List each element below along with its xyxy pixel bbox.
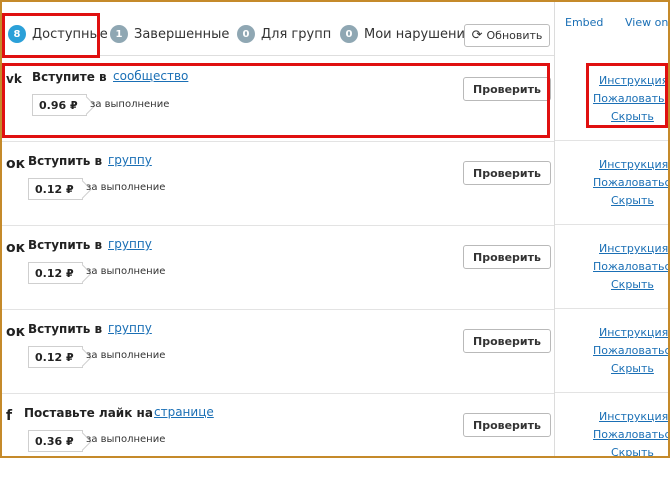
- tabs-divider: [2, 55, 554, 56]
- price-note: за выполнение: [86, 266, 166, 277]
- task-title: Вступить в: [28, 238, 103, 252]
- price-tag: 0.96 ₽: [32, 94, 87, 116]
- tab-count-badge: 8: [8, 25, 26, 43]
- task-link[interactable]: группу: [108, 153, 152, 167]
- hide-link[interactable]: Скрыть: [611, 362, 654, 375]
- task-title: Вступить в: [28, 322, 103, 336]
- tab-count-badge: 0: [340, 25, 358, 43]
- refresh-button[interactable]: ⟳ Обновить: [464, 24, 550, 47]
- instruction-link[interactable]: Инструкция: [599, 158, 668, 171]
- check-button[interactable]: Проверить: [463, 245, 551, 269]
- check-button-label: Проверить: [473, 250, 541, 264]
- ok-icon: ок: [6, 324, 26, 340]
- task-link[interactable]: сообщество: [113, 69, 188, 83]
- task-title: Вступить в: [28, 154, 103, 168]
- check-button[interactable]: Проверить: [463, 413, 551, 437]
- complain-link[interactable]: Пожаловаться: [593, 176, 670, 189]
- check-button-label: Проверить: [473, 334, 541, 348]
- task-title: Поставьте лайк на: [24, 406, 153, 420]
- embed-link[interactable]: Embed: [565, 16, 603, 29]
- tab-count-badge: 1: [110, 25, 128, 43]
- tasks-panel: 8 Доступные 1 Завершенные 0 Для групп 0 …: [2, 2, 554, 456]
- tab-label: Для групп: [261, 26, 332, 42]
- facebook-icon: f: [6, 408, 13, 424]
- task-link[interactable]: группу: [108, 321, 152, 335]
- complain-link[interactable]: Пожаловаться: [593, 260, 670, 273]
- complain-link[interactable]: Пожаловаться: [593, 344, 670, 357]
- view-on-link[interactable]: View on T: [625, 16, 670, 29]
- price-value: 0.12 ₽: [35, 350, 74, 364]
- check-button[interactable]: Проверить: [463, 161, 551, 185]
- vk-icon: vk: [6, 72, 22, 86]
- ok-icon: ок: [6, 240, 26, 256]
- task-title: Вступите в: [32, 70, 107, 84]
- tab-for-groups[interactable]: 0 Для групп: [237, 25, 331, 43]
- price-value: 0.36 ₽: [35, 434, 74, 448]
- price-tag: 0.12 ₽: [28, 262, 83, 284]
- ok-icon: ок: [6, 156, 26, 172]
- price-tag: 0.12 ₽: [28, 346, 83, 368]
- price-note: за выполнение: [86, 434, 166, 445]
- check-button-label: Проверить: [473, 166, 541, 180]
- complain-link[interactable]: Пожаловаться: [593, 428, 670, 441]
- check-button[interactable]: Проверить: [463, 77, 551, 101]
- check-button-label: Проверить: [473, 418, 541, 432]
- price-tag: 0.36 ₽: [28, 430, 83, 452]
- hide-link[interactable]: Скрыть: [611, 110, 654, 123]
- tab-completed[interactable]: 1 Завершенные: [110, 25, 229, 43]
- task-row: f Поставьте лайк на странице 0.36 ₽ за в…: [2, 394, 554, 478]
- price-value: 0.12 ₽: [35, 182, 74, 196]
- instruction-link[interactable]: Инструкция: [599, 326, 668, 339]
- instruction-link[interactable]: Инструкция: [599, 410, 668, 423]
- instruction-link[interactable]: Инструкция: [599, 74, 668, 87]
- tab-my-violations[interactable]: 0 Мои нарушения: [340, 25, 473, 43]
- price-value: 0.12 ₽: [35, 266, 74, 280]
- tab-label: Доступные: [32, 26, 108, 42]
- price-note: за выполнение: [86, 350, 166, 361]
- hide-link[interactable]: Скрыть: [611, 194, 654, 207]
- tab-label: Мои нарушения: [364, 26, 473, 42]
- refresh-label: Обновить: [486, 29, 543, 42]
- check-button[interactable]: Проверить: [463, 329, 551, 353]
- price-note: за выполнение: [90, 99, 170, 110]
- task-row: ок Вступить в группу 0.12 ₽ за выполнени…: [2, 226, 554, 310]
- tab-count-badge: 0: [237, 25, 255, 43]
- task-row: ок Вступить в группу 0.12 ₽ за выполнени…: [2, 142, 554, 226]
- side-actions-column: Embed View on T Инструкция Пожаловаться …: [554, 2, 670, 459]
- refresh-icon: ⟳: [471, 28, 483, 43]
- task-row: ок Вступить в группу 0.12 ₽ за выполнени…: [2, 310, 554, 394]
- price-tag: 0.12 ₽: [28, 178, 83, 200]
- task-link[interactable]: странице: [154, 405, 214, 419]
- check-button-label: Проверить: [473, 82, 541, 96]
- task-link[interactable]: группу: [108, 237, 152, 251]
- hide-link[interactable]: Скрыть: [611, 278, 654, 291]
- row-divider: [555, 392, 669, 393]
- instruction-link[interactable]: Инструкция: [599, 242, 668, 255]
- row-divider: [555, 140, 669, 141]
- row-divider: [555, 308, 669, 309]
- tab-label: Завершенные: [134, 26, 230, 42]
- price-note: за выполнение: [86, 182, 166, 193]
- complain-link[interactable]: Пожаловаться: [593, 92, 670, 105]
- tab-available[interactable]: 8 Доступные: [8, 25, 108, 43]
- row-divider: [555, 224, 669, 225]
- price-value: 0.96 ₽: [39, 98, 78, 112]
- hide-link[interactable]: Скрыть: [611, 446, 654, 459]
- task-row: vk Вступите в сообщество 0.96 ₽ за выпол…: [2, 58, 554, 142]
